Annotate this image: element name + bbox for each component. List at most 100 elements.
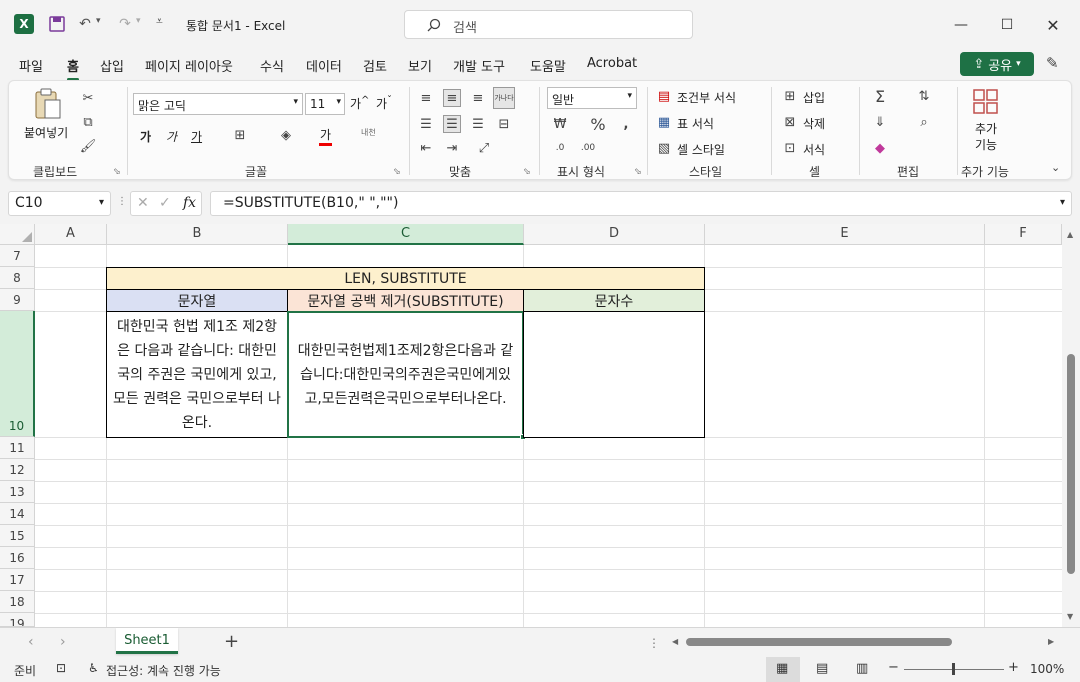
vertical-scrollbar[interactable]: ▲ ▼ [1062, 224, 1080, 627]
scroll-up-icon[interactable]: ▲ [1067, 230, 1073, 239]
conditional-format-button[interactable]: 조건부 서식 [677, 89, 736, 106]
cell-styles-icon[interactable]: ▧ [655, 139, 673, 157]
addins-button[interactable]: 추가 기능 [975, 121, 997, 153]
wrap-text-button[interactable]: 가나다 [493, 87, 515, 109]
insert-cells-icon[interactable]: ⊞ [781, 87, 799, 105]
accessibility-status[interactable]: 접근성: 계속 진행 가능 [106, 662, 221, 679]
number-format-select[interactable]: 일반 ▾ [547, 87, 637, 109]
add-sheet-icon[interactable]: + [224, 631, 239, 652]
clear-icon[interactable]: ◆ [871, 139, 889, 157]
autosum-icon[interactable]: Σ [871, 87, 889, 106]
format-as-table-button[interactable]: 표 서식 [677, 115, 714, 132]
bold-button[interactable]: 가 [140, 128, 151, 145]
find-select-icon[interactable]: ⌕ [915, 113, 933, 131]
close-button[interactable]: ✕ [1030, 0, 1076, 50]
zoom-out-icon[interactable]: − [888, 660, 899, 675]
fill-color-icon[interactable]: ◈ [277, 126, 295, 144]
decrease-font-icon[interactable]: 가ˇ [376, 95, 392, 112]
chevron-down-icon[interactable]: ▾ [1060, 197, 1065, 208]
column-header-b[interactable]: B [107, 224, 288, 245]
row-header-18[interactable]: 18 [0, 591, 35, 613]
column-header-d[interactable]: D [524, 224, 705, 245]
fill-icon[interactable]: ⇓ [871, 113, 889, 131]
paste-icon[interactable] [33, 87, 63, 121]
underline-button[interactable]: 가 [191, 128, 202, 145]
header-cell-d9[interactable]: 문자수 [523, 289, 705, 312]
copy-icon[interactable]: ⧉ [79, 113, 97, 131]
format-painter-icon[interactable]: 🖌 [79, 137, 97, 155]
orientation-icon[interactable]: ⤢ [475, 139, 493, 157]
scroll-left-icon[interactable]: ◀ [672, 637, 678, 646]
percent-icon[interactable]: % [589, 115, 607, 134]
merge-center-icon[interactable]: ⊟ [495, 115, 513, 133]
horizontal-scroll-thumb[interactable] [686, 638, 952, 646]
conditional-format-icon[interactable]: ▤ [655, 87, 673, 105]
tab-developer[interactable]: 개발 도구 [453, 56, 505, 75]
row-header-12[interactable]: 12 [0, 459, 35, 481]
phonetic-icon[interactable]: 내천 [361, 127, 376, 138]
tab-home[interactable]: 홈 [67, 56, 79, 81]
align-center-icon[interactable]: ☰ [443, 115, 461, 133]
cell-b10[interactable]: 대한민국 헌법 제1조 제2항은 다음과 같습니다: 대한민국의 주권은 국민에… [106, 311, 288, 438]
cell-d10[interactable] [523, 311, 705, 438]
tab-data[interactable]: 데이터 [306, 56, 342, 75]
worksheet-grid[interactable]: A B C D E F 7 8 9 10 11 12 13 14 15 16 1… [0, 224, 1062, 627]
share-button[interactable]: ⇪ 공유 ▾ [960, 52, 1034, 76]
row-header-14[interactable]: 14 [0, 503, 35, 525]
tab-file[interactable]: 파일 [19, 56, 43, 75]
row-header-17[interactable]: 17 [0, 569, 35, 591]
comma-icon[interactable]: , [617, 115, 635, 133]
tab-review[interactable]: 검토 [363, 56, 387, 75]
column-header-c[interactable]: C [288, 224, 524, 245]
align-left-icon[interactable]: ☰ [417, 115, 435, 133]
row-header-7[interactable]: 7 [0, 245, 35, 267]
font-name-select[interactable]: 맑은 고딕 ▾ [133, 93, 303, 115]
page-break-view-icon[interactable]: ▥ [856, 661, 868, 676]
header-cell-c9[interactable]: 문자열 공백 제거(SUBSTITUTE) [287, 289, 524, 312]
format-as-table-icon[interactable]: ▦ [655, 113, 673, 131]
enter-icon[interactable]: ✓ [159, 195, 171, 211]
undo-icon[interactable]: ↶ [76, 15, 94, 33]
row-header-9[interactable]: 9 [0, 289, 35, 311]
scroll-down-icon[interactable]: ▼ [1067, 612, 1073, 621]
decrease-decimal-icon[interactable]: .00 [579, 139, 597, 157]
row-header-16[interactable]: 16 [0, 547, 35, 569]
scroll-right-icon[interactable]: ▶ [1048, 637, 1054, 646]
tab-help[interactable]: 도움말 [530, 56, 566, 75]
next-sheet-icon[interactable]: › [60, 634, 66, 650]
dialog-launcher-icon[interactable]: ⬂ [523, 167, 531, 177]
borders-icon[interactable]: ⊞ [231, 126, 249, 144]
italic-button[interactable]: 가 [166, 128, 177, 145]
cut-icon[interactable]: ✂ [79, 89, 97, 107]
zoom-slider-thumb[interactable] [952, 663, 955, 675]
customize-quick-access-icon[interactable]: ⩡ [156, 14, 163, 29]
column-header-a[interactable]: A [35, 224, 107, 245]
vertical-scroll-thumb[interactable] [1067, 354, 1075, 574]
align-middle-icon[interactable]: ≡ [443, 89, 461, 107]
accessibility-icon[interactable]: ♿ [88, 661, 99, 675]
macro-record-icon[interactable]: ⊡ [56, 661, 66, 675]
dialog-launcher-icon[interactable]: ⬂ [393, 167, 401, 177]
row-header-11[interactable]: 11 [0, 437, 35, 459]
row-header-8[interactable]: 8 [0, 267, 35, 289]
name-box[interactable]: C10 ▾ [8, 191, 111, 216]
maximize-button[interactable]: ☐ [984, 0, 1030, 50]
sort-filter-icon[interactable]: ⇅ [915, 87, 933, 105]
cell-styles-button[interactable]: 셀 스타일 [677, 141, 725, 158]
column-header-e[interactable]: E [705, 224, 985, 245]
align-bottom-icon[interactable]: ≡ [469, 89, 487, 107]
sheet-tab-sheet1[interactable]: Sheet1 [116, 628, 178, 654]
column-header-f[interactable]: F [985, 224, 1062, 245]
comments-icon[interactable]: ✎ [1046, 54, 1059, 72]
redo-dropdown-icon[interactable]: ▾ [136, 16, 141, 26]
addins-icon[interactable] [973, 89, 999, 115]
delete-cells-button[interactable]: 삭제 [803, 115, 825, 132]
align-right-icon[interactable]: ☰ [469, 115, 487, 133]
increase-decimal-icon[interactable]: .0 [551, 139, 569, 157]
tab-formulas[interactable]: 수식 [260, 56, 284, 75]
align-top-icon[interactable]: ≡ [417, 89, 435, 107]
insert-function-icon[interactable]: fx [183, 195, 196, 211]
decrease-indent-icon[interactable]: ⇤ [417, 139, 435, 157]
cell-c10-selected[interactable]: 대한민국헌법제1조제2항은다음과 같습니다:대한민국의주권은국민에게있고,모든권… [287, 311, 524, 438]
zoom-in-icon[interactable]: + [1008, 660, 1019, 675]
